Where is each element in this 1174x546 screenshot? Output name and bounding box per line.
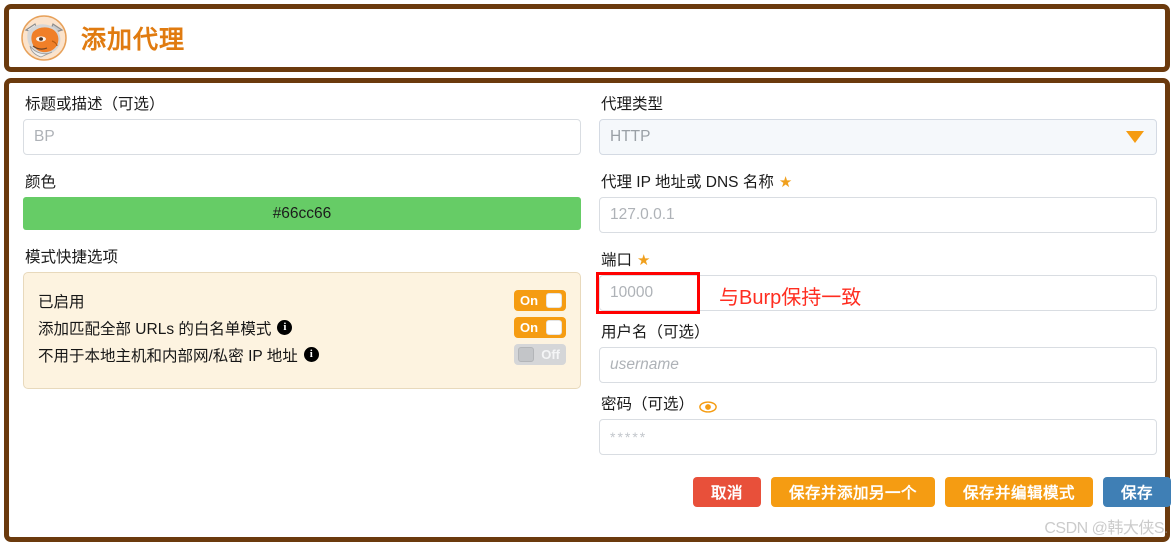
option-row-local-hosts: 不用于本地主机和内部网/私密 IP 地址 i Off — [38, 341, 566, 368]
title-label-text: 标题或描述（可选） — [25, 96, 165, 113]
save-and-add-another-button[interactable]: 保存并添加另一个 — [770, 477, 935, 507]
info-icon[interactable]: i — [277, 320, 293, 335]
option-text-whitelist: 添加匹配全部 URLs 的白名单模式 — [38, 320, 272, 338]
toggle-local-hosts-state: Off — [541, 347, 560, 362]
window-header: 添加代理 — [4, 4, 1170, 72]
option-label-local-hosts: 不用于本地主机和内部网/私密 IP 地址 i — [38, 344, 319, 366]
username-input[interactable]: username — [599, 347, 1157, 383]
username-label: 用户名（可选） — [601, 323, 1157, 342]
port-field-wrapper: 10000 与Burp保持一致 — [596, 272, 1157, 314]
color-field-label: 颜色 — [25, 173, 581, 192]
title-input[interactable]: BP — [23, 119, 581, 155]
right-column: 代理类型 HTTP 代理 IP 地址或 DNS 名称 ★ 127.0.0.1 端… — [596, 95, 1171, 507]
toggle-knob — [546, 293, 562, 308]
toggle-whitelist-state: On — [520, 320, 539, 335]
cancel-button[interactable]: 取消 — [692, 477, 761, 507]
left-column: 标题或描述（可选） BP 颜色 #66cc66 模式快捷选项 已启用 On 添加… — [23, 95, 581, 507]
password-label: 密码（可选） — [601, 395, 1157, 414]
required-star-icon: ★ — [637, 252, 651, 269]
mode-shortcuts-label-text: 模式快捷选项 — [25, 249, 119, 266]
foxyproxy-logo-icon — [19, 13, 69, 63]
foxyproxy-add-proxy-window: 添加代理 标题或描述（可选） BP 颜色 #66cc66 模式快捷选项 已启用 … — [0, 0, 1174, 546]
required-star-icon: ★ — [778, 174, 793, 191]
option-label-enabled: 已启用 — [38, 290, 85, 312]
toggle-enabled[interactable]: On — [514, 290, 566, 311]
form-panel: 标题或描述（可选） BP 颜色 #66cc66 模式快捷选项 已启用 On 添加… — [4, 78, 1171, 542]
password-input[interactable]: ***** — [599, 419, 1157, 455]
proxy-type-label: 代理类型 — [601, 95, 1157, 114]
option-text-local-hosts: 不用于本地主机和内部网/私密 IP 地址 — [38, 347, 298, 365]
color-label-text: 颜色 — [25, 174, 57, 191]
title-field-label: 标题或描述（可选） — [25, 95, 581, 114]
toggle-enabled-state: On — [520, 293, 539, 308]
mode-shortcuts-panel: 已启用 On 添加匹配全部 URLs 的白名单模式 i On 不用于本地主机和内… — [23, 272, 581, 389]
port-annotation-text: 与Burp保持一致 — [719, 287, 862, 309]
chevron-down-icon — [1126, 131, 1144, 143]
toggle-local-hosts[interactable]: Off — [514, 344, 566, 365]
password-label-text: 密码（可选） — [601, 396, 695, 413]
toggle-knob — [546, 320, 562, 335]
port-input[interactable]: 10000 — [599, 275, 1157, 311]
color-swatch-button[interactable]: #66cc66 — [23, 197, 581, 230]
info-icon[interactable]: i — [303, 347, 319, 362]
option-label-whitelist: 添加匹配全部 URLs 的白名单模式 i — [38, 317, 293, 339]
proxy-type-value: HTTP — [610, 128, 651, 145]
proxy-type-select[interactable]: HTTP — [599, 119, 1157, 155]
username-label-text: 用户名（可选） — [601, 324, 710, 341]
mode-shortcuts-label: 模式快捷选项 — [25, 248, 581, 267]
port-label-text: 端口 — [601, 252, 633, 269]
form-columns: 标题或描述（可选） BP 颜色 #66cc66 模式快捷选项 已启用 On 添加… — [23, 95, 1171, 507]
toggle-whitelist[interactable]: On — [514, 317, 566, 338]
form-actions: 取消 保存并添加另一个 保存并编辑模式 保存 — [599, 477, 1171, 507]
option-row-enabled: 已启用 On — [38, 287, 566, 314]
proxy-type-label-text: 代理类型 — [601, 96, 664, 113]
port-label: 端口 ★ — [601, 251, 1157, 270]
option-text-enabled: 已启用 — [38, 293, 85, 311]
eye-icon[interactable] — [699, 399, 717, 413]
option-row-whitelist: 添加匹配全部 URLs 的白名单模式 i On — [38, 314, 566, 341]
host-input[interactable]: 127.0.0.1 — [599, 197, 1157, 233]
save-button[interactable]: 保存 — [1102, 477, 1171, 507]
host-label-text: 代理 IP 地址或 DNS 名称 — [601, 174, 774, 191]
toggle-knob — [518, 347, 534, 362]
save-and-edit-patterns-button[interactable]: 保存并编辑模式 — [944, 477, 1093, 507]
host-label: 代理 IP 地址或 DNS 名称 ★ — [601, 173, 1157, 192]
page-title: 添加代理 — [81, 26, 186, 54]
